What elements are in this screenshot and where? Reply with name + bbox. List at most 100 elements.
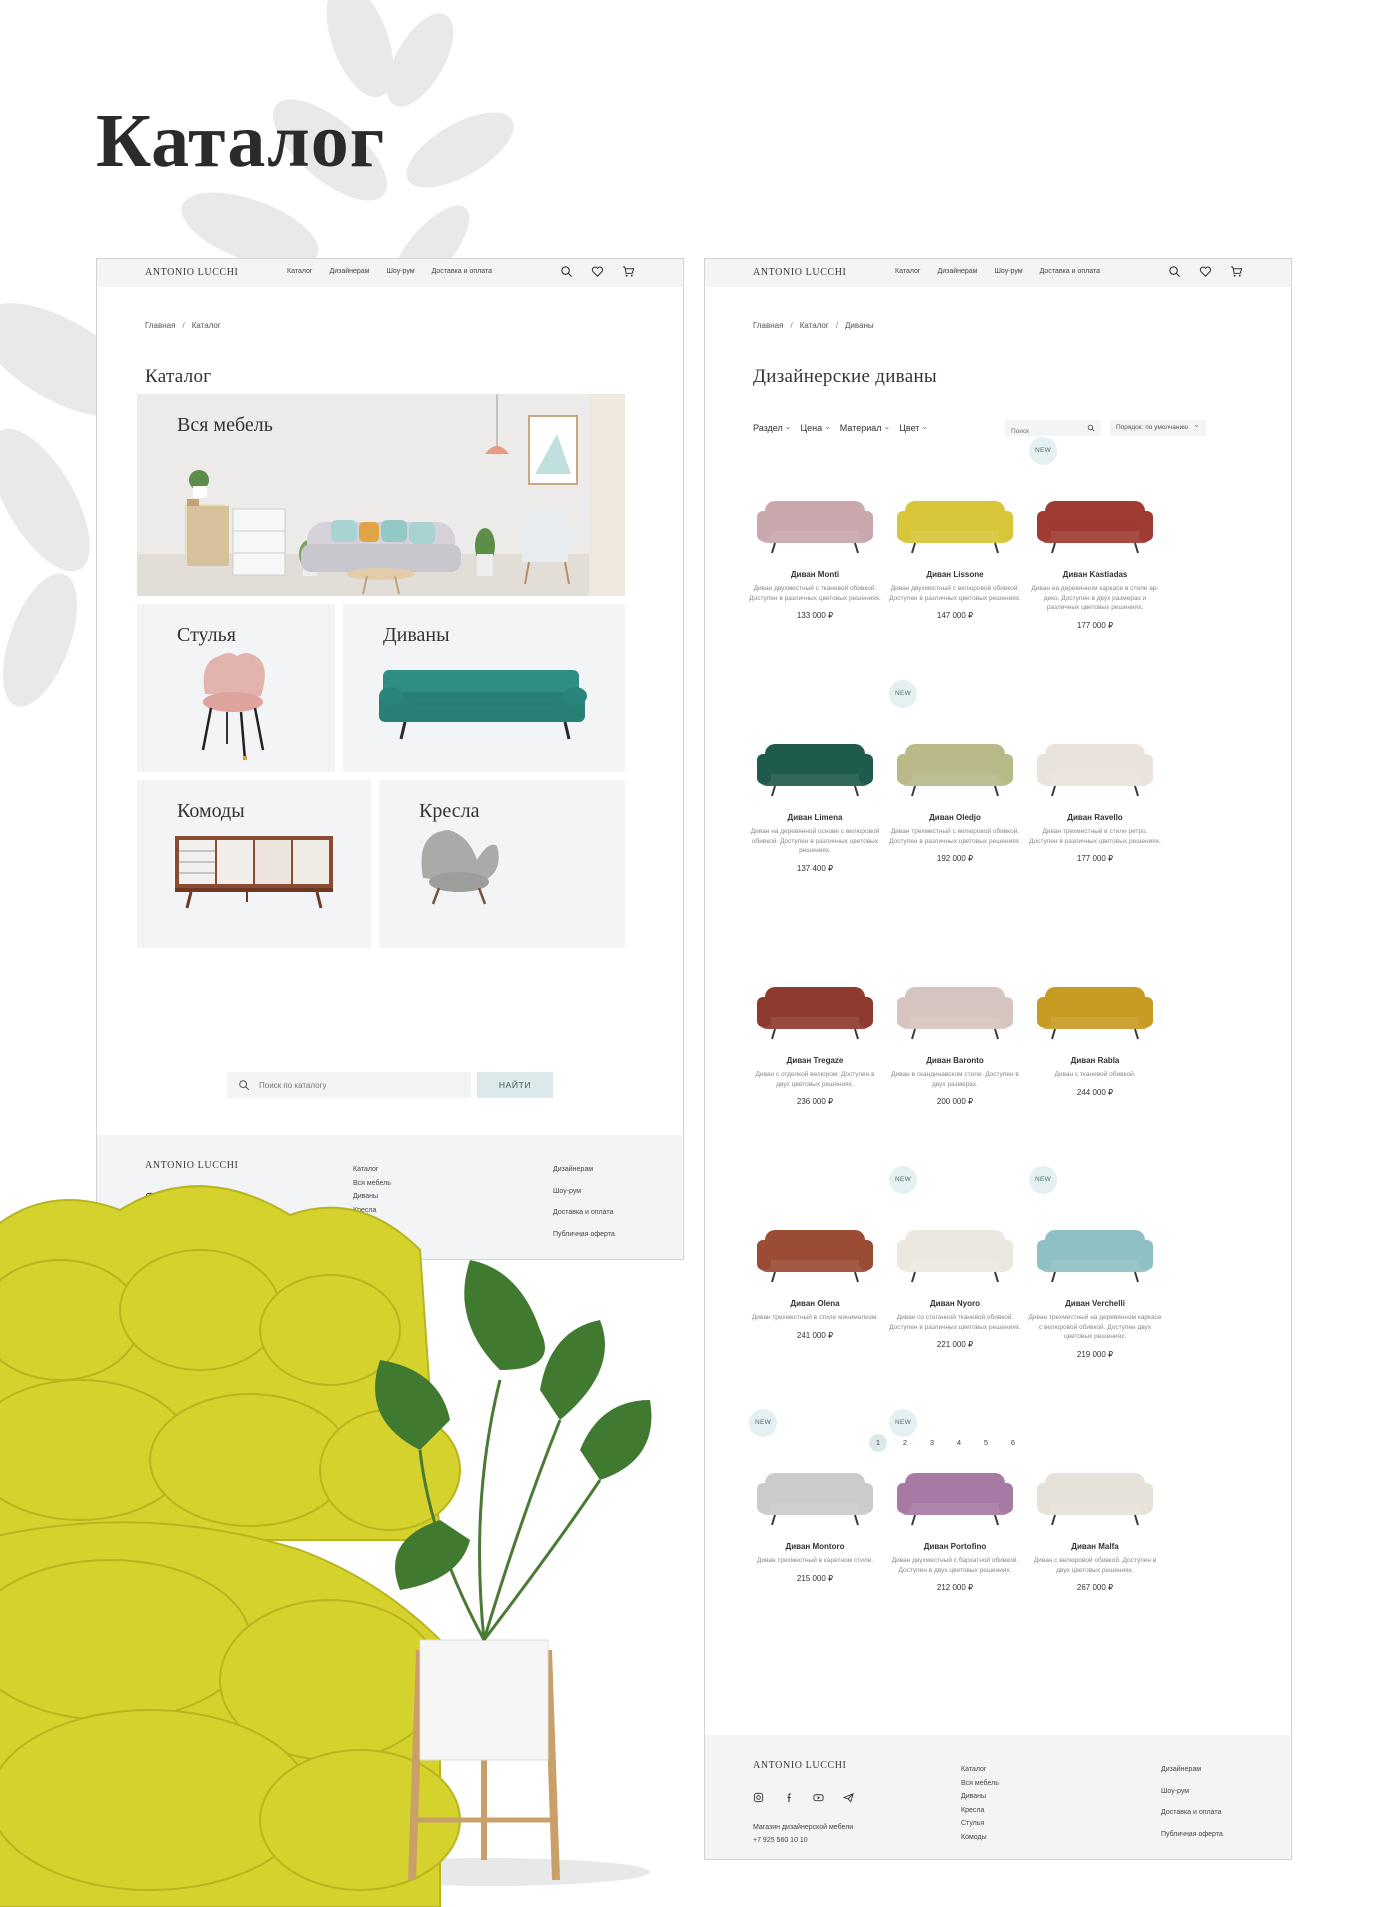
- filter-price-dropdown[interactable]: Цена: [800, 423, 830, 433]
- product-image[interactable]: [885, 467, 1025, 567]
- product-image[interactable]: [745, 1196, 885, 1296]
- nav-designers[interactable]: Дизайнерам: [329, 268, 369, 275]
- product-card[interactable]: Диван Monti Диван двухместный с тканевой …: [745, 437, 885, 620]
- product-name[interactable]: Диван Verchelli: [1025, 1299, 1165, 1308]
- nav-catalog[interactable]: Каталог: [287, 268, 312, 275]
- product-card[interactable]: NEW Диван Montoro Диван трехместный в каре…: [745, 1409, 885, 1583]
- product-card[interactable]: NEW Диван Oledjo Диван трехместный с велюр…: [885, 680, 1025, 863]
- product-image[interactable]: [1025, 1196, 1165, 1296]
- page-number-button[interactable]: 1: [869, 1434, 887, 1452]
- tile-armchairs[interactable]: Кресла: [379, 780, 625, 948]
- logo[interactable]: ANTONIO LUCCHI: [145, 267, 239, 278]
- product-image[interactable]: [885, 710, 1025, 810]
- sort-dropdown[interactable]: Порядок: по умолчанию: [1110, 417, 1206, 436]
- product-image[interactable]: [885, 1196, 1025, 1296]
- footer-link[interactable]: Вся мебель: [961, 1777, 999, 1791]
- footer-link[interactable]: Диваны: [961, 1790, 999, 1804]
- tile-chairs[interactable]: Стулья: [137, 604, 335, 772]
- product-image[interactable]: [745, 953, 885, 1053]
- tile-all-furniture[interactable]: Вся мебель: [137, 394, 625, 596]
- page-number-button[interactable]: 6: [1004, 1434, 1022, 1452]
- breadcrumb-home[interactable]: Главная: [753, 321, 783, 330]
- product-card[interactable]: NEW Диван Nyoro Диван со стеганной тканево…: [885, 1166, 1025, 1349]
- nav-delivery[interactable]: Доставка и оплата: [1040, 268, 1100, 275]
- product-image[interactable]: [885, 1439, 1025, 1539]
- breadcrumb-catalog[interactable]: Каталог: [800, 321, 829, 330]
- tile-sofas[interactable]: Диваны: [343, 604, 625, 772]
- product-card[interactable]: NEW Диван Verchelli Диван трехместный на д…: [1025, 1166, 1165, 1359]
- breadcrumb-sofas[interactable]: Диваны: [845, 321, 874, 330]
- heart-icon[interactable]: [1199, 265, 1212, 278]
- footer-phone[interactable]: +7 925 560 10 10: [753, 1834, 853, 1847]
- cart-icon[interactable]: [622, 265, 635, 278]
- product-name[interactable]: Диван Nyoro: [885, 1299, 1025, 1308]
- product-name[interactable]: Диван Olena: [745, 1299, 885, 1308]
- product-image[interactable]: [1025, 467, 1165, 567]
- page-number-button[interactable]: 2: [896, 1434, 914, 1452]
- product-name[interactable]: Диван Ravello: [1025, 813, 1165, 822]
- breadcrumb-home[interactable]: Главная: [145, 321, 175, 330]
- search-icon[interactable]: [1087, 424, 1095, 432]
- filter-section-dropdown[interactable]: Раздел: [753, 423, 791, 433]
- footer-link[interactable]: Публичная оферта: [1161, 1824, 1223, 1846]
- page-number-button[interactable]: 3: [923, 1434, 941, 1452]
- product-name[interactable]: Диван Oledjo: [885, 813, 1025, 822]
- product-name[interactable]: Диван Baronto: [885, 1056, 1025, 1065]
- product-name[interactable]: Диван Malfa: [1025, 1542, 1165, 1551]
- breadcrumb-catalog[interactable]: Каталог: [192, 321, 221, 330]
- search-icon[interactable]: [1168, 265, 1181, 278]
- nav-catalog[interactable]: Каталог: [895, 268, 920, 275]
- product-name[interactable]: Диван Rabla: [1025, 1056, 1165, 1065]
- product-card[interactable]: Диван Olena Диван трехместный в стиле мин…: [745, 1166, 885, 1340]
- logo[interactable]: ANTONIO LUCCHI: [753, 267, 847, 278]
- product-name[interactable]: Диван Tregaze: [745, 1056, 885, 1065]
- footer-link[interactable]: Комоды: [961, 1831, 999, 1845]
- footer-link[interactable]: Кресла: [961, 1804, 999, 1818]
- product-image[interactable]: [745, 1439, 885, 1539]
- youtube-icon[interactable]: [813, 1792, 824, 1803]
- product-image[interactable]: [745, 710, 885, 810]
- nav-showroom[interactable]: Шоу-рум: [386, 268, 414, 275]
- product-image[interactable]: [1025, 1439, 1165, 1539]
- footer-link[interactable]: Дизайнерам: [1161, 1759, 1223, 1781]
- product-name[interactable]: Диван Lissone: [885, 570, 1025, 579]
- product-card[interactable]: Диван Limena Диван на деревянной основе с…: [745, 680, 885, 873]
- product-name[interactable]: Диван Kastiadas: [1025, 570, 1165, 579]
- page-number-button[interactable]: 4: [950, 1434, 968, 1452]
- product-name[interactable]: Диван Monti: [745, 570, 885, 579]
- nav-showroom[interactable]: Шоу-рум: [994, 268, 1022, 275]
- footer-link[interactable]: Доставка и оплата: [1161, 1802, 1223, 1824]
- search-icon[interactable]: [560, 265, 573, 278]
- filter-material-dropdown[interactable]: Материал: [840, 423, 890, 433]
- footer-logo[interactable]: ANTONIO LUCCHI: [753, 1760, 847, 1771]
- product-name[interactable]: Диван Portofino: [885, 1542, 1025, 1551]
- product-image[interactable]: [745, 467, 885, 567]
- page-number-button[interactable]: 5: [977, 1434, 995, 1452]
- product-card[interactable]: Диван Baronto Диван в скандинавском стиле…: [885, 923, 1025, 1106]
- footer-link[interactable]: Шоу-рум: [1161, 1781, 1223, 1803]
- instagram-icon[interactable]: [753, 1792, 764, 1803]
- product-image[interactable]: [1025, 710, 1165, 810]
- catalog-search-input[interactable]: [259, 1072, 459, 1098]
- facebook-icon[interactable]: [783, 1792, 794, 1803]
- footer-link[interactable]: Каталог: [961, 1763, 999, 1777]
- heart-icon[interactable]: [591, 265, 604, 278]
- product-card[interactable]: Диван Malfa Диван с велюровой обивкой. До…: [1025, 1409, 1165, 1592]
- product-card[interactable]: Диван Rabla Диван с тканевой обивкой. 244 …: [1025, 923, 1165, 1097]
- telegram-icon[interactable]: [843, 1792, 854, 1803]
- product-name[interactable]: Диван Limena: [745, 813, 885, 822]
- product-image[interactable]: [1025, 953, 1165, 1053]
- product-image[interactable]: [885, 953, 1025, 1053]
- tile-dressers[interactable]: Комоды: [137, 780, 371, 948]
- find-button[interactable]: НАЙТИ: [477, 1072, 553, 1098]
- product-name[interactable]: Диван Montoro: [745, 1542, 885, 1551]
- product-card[interactable]: Диван Ravello Диван трехместный в стиле р…: [1025, 680, 1165, 863]
- nav-delivery[interactable]: Доставка и оплата: [432, 268, 492, 275]
- product-card[interactable]: Диван Lissone Диван двухместный с велюров…: [885, 437, 1025, 620]
- product-card[interactable]: NEW Диван Kastiadas Диван на деревянном ка…: [1025, 437, 1165, 630]
- product-card[interactable]: Диван Tregaze Диван с отделкой велюром. Д…: [745, 923, 885, 1106]
- cart-icon[interactable]: [1230, 265, 1243, 278]
- footer-link[interactable]: Стулья: [961, 1817, 999, 1831]
- filter-color-dropdown[interactable]: Цвет: [899, 423, 928, 433]
- nav-designers[interactable]: Дизайнерам: [937, 268, 977, 275]
